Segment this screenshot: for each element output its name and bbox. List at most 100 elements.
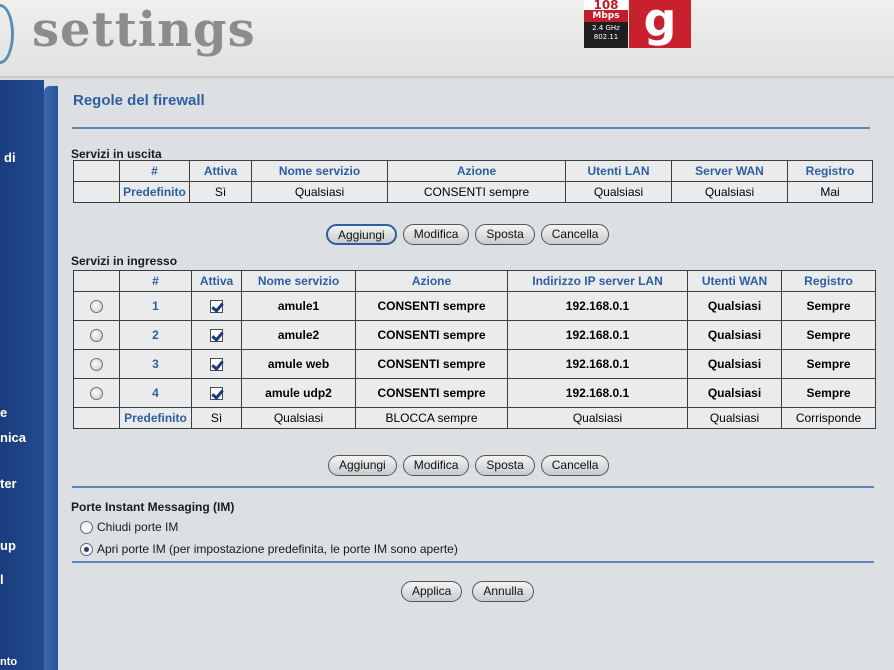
outbound-move-button[interactable]: Sposta (475, 224, 535, 245)
table-row[interactable]: 4 amule udp2 CONSENTI sempre 192.168.0.1… (73, 378, 876, 408)
im-label: Porte Instant Messaging (IM) (71, 500, 235, 514)
inbound-table: # Attiva Nome servizio Azione Indirizzo … (73, 270, 876, 429)
cell-lan-ip: 192.168.0.1 (507, 291, 688, 321)
col-action: Azione (387, 160, 566, 182)
cell-active[interactable] (191, 320, 242, 350)
radio-icon[interactable] (90, 329, 103, 343)
cell-wan-users: Qualsiasi (687, 320, 782, 350)
outbound-buttons: Aggiungi Modifica Sposta Cancella (326, 224, 610, 245)
table-row[interactable]: Predefinito Sì Qualsiasi CONSENTI sempre… (73, 181, 873, 203)
col-action: Azione (355, 270, 508, 292)
cell-select (73, 181, 120, 203)
badge-frequency: 2.4 GHz (592, 24, 620, 32)
col-number: # (119, 270, 192, 292)
cell-action: BLOCCA sempre (355, 407, 508, 429)
cell-active[interactable] (191, 349, 242, 379)
cell-log: Mai (787, 181, 873, 203)
g-logo: g (629, 0, 691, 48)
row-radio[interactable] (73, 378, 120, 408)
outbound-add-button[interactable]: Aggiungi (326, 224, 397, 245)
cell-active[interactable] (191, 291, 242, 321)
cell-service-name: amule udp2 (241, 378, 356, 408)
radio-icon[interactable] (90, 358, 103, 372)
col-lan-ip: Indirizzo IP server LAN (507, 270, 688, 292)
cell-number: Predefinito (119, 181, 190, 203)
im-close-option[interactable]: Chiudi porte IM (80, 520, 178, 534)
cell-service-name: Qualsiasi (251, 181, 388, 203)
cell-lan-ip: Qualsiasi (507, 407, 688, 429)
outbound-table: # Attiva Nome servizio Azione Utenti LAN… (73, 160, 873, 203)
divider (72, 561, 874, 563)
im-open-option[interactable]: Apri porte IM (per impostazione predefin… (80, 542, 458, 556)
cell-number: 1 (119, 291, 192, 321)
inbound-edit-button[interactable]: Modifica (402, 455, 470, 476)
cancel-button[interactable]: Annulla (472, 581, 535, 602)
table-row[interactable]: 3 amule web CONSENTI sempre 192.168.0.1 … (73, 349, 876, 379)
inbound-move-button[interactable]: Sposta (475, 455, 535, 476)
table-row[interactable]: Predefinito Sì Qualsiasi BLOCCA sempre Q… (73, 407, 876, 429)
sidebar-item-6[interactable]: nto (0, 656, 17, 668)
sidebar-item-1[interactable]: e (0, 405, 7, 420)
col-log: Registro (787, 160, 873, 182)
table-row[interactable]: 1 amule1 CONSENTI sempre 192.168.0.1 Qua… (73, 291, 876, 321)
checkbox-icon[interactable] (210, 300, 223, 314)
col-number: # (119, 160, 190, 182)
inbound-add-button[interactable]: Aggiungi (328, 455, 397, 476)
cell-log: Sempre (781, 349, 876, 379)
cell-wan-server: Qualsiasi (671, 181, 788, 203)
radio-icon[interactable] (80, 520, 93, 534)
cell-lan-ip: 192.168.0.1 (507, 349, 688, 379)
cell-wan-users: Qualsiasi (687, 291, 782, 321)
cell-log: Sempre (781, 320, 876, 350)
sidebar-item-0[interactable]: di (4, 150, 16, 165)
cell-action: CONSENTI sempre (387, 181, 566, 203)
cell-active: Sì (191, 407, 242, 429)
brand-swirl-icon (0, 4, 14, 64)
checkbox-icon[interactable] (210, 358, 223, 372)
cell-log: Sempre (781, 291, 876, 321)
radio-icon[interactable] (90, 300, 103, 314)
col-lan-users: Utenti LAN (565, 160, 672, 182)
cell-service-name: Qualsiasi (241, 407, 356, 429)
sidebar-item-2[interactable]: nica (0, 430, 26, 445)
page-title: Regole del firewall (73, 92, 205, 109)
cell-action: CONSENTI sempre (355, 291, 508, 321)
checkbox-icon[interactable] (210, 329, 223, 343)
cell-lan-ip: 192.168.0.1 (507, 320, 688, 350)
col-wan-users: Utenti WAN (687, 270, 782, 292)
row-radio[interactable] (73, 320, 120, 350)
badge-speed: 108 (584, 0, 628, 10)
col-select (73, 270, 120, 292)
checkbox-icon[interactable] (210, 387, 223, 401)
col-active: Attiva (191, 270, 242, 292)
apply-button[interactable]: Applica (401, 581, 463, 602)
col-select (73, 160, 120, 182)
row-radio[interactable] (73, 291, 120, 321)
sidebar-item-5[interactable]: l (0, 572, 4, 587)
cell-active: Sì (189, 181, 252, 203)
cell-active[interactable] (191, 378, 242, 408)
col-service-name: Nome servizio (251, 160, 388, 182)
col-log: Registro (781, 270, 876, 292)
radio-selected-icon[interactable] (80, 542, 93, 556)
outbound-edit-button[interactable]: Modifica (402, 224, 470, 245)
cell-wan-users: Qualsiasi (687, 378, 782, 408)
cell-lan-ip: 192.168.0.1 (507, 378, 688, 408)
footer-buttons: Applica Annulla (401, 581, 535, 602)
outbound-delete-button[interactable]: Cancella (540, 224, 610, 245)
row-radio[interactable] (73, 349, 120, 379)
im-open-label: Apri porte IM (per impostazione predefin… (97, 542, 458, 556)
radio-icon[interactable] (90, 387, 103, 401)
cell-wan-users: Qualsiasi (687, 407, 782, 429)
col-wan-server: Server WAN (671, 160, 788, 182)
sidebar-item-3[interactable]: ter (0, 476, 17, 491)
inbound-buttons: Aggiungi Modifica Sposta Cancella (328, 455, 610, 476)
im-close-label: Chiudi porte IM (97, 520, 179, 534)
cell-lan-users: Qualsiasi (565, 181, 672, 203)
sidebar-item-4[interactable]: up (0, 538, 16, 553)
col-active: Attiva (189, 160, 252, 182)
table-row[interactable]: 2 amule2 CONSENTI sempre 192.168.0.1 Qua… (73, 320, 876, 350)
cell-number: 2 (119, 320, 192, 350)
inbound-delete-button[interactable]: Cancella (540, 455, 610, 476)
cell-log: Sempre (781, 378, 876, 408)
